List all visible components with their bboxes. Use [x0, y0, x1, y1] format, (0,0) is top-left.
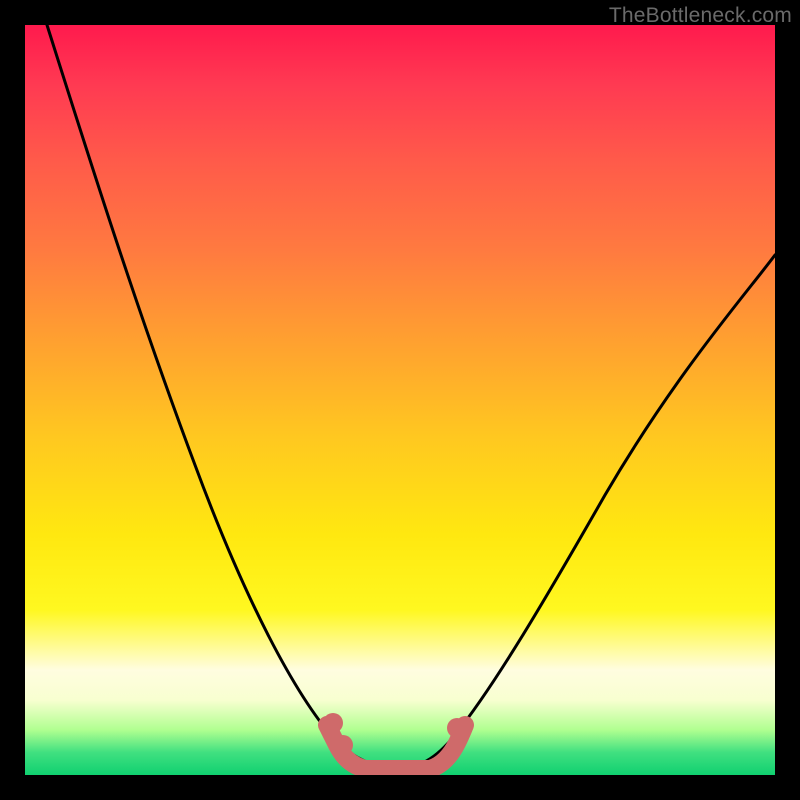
bottleneck-curve	[47, 25, 775, 770]
chart-area	[25, 25, 775, 775]
watermark-text: TheBottleneck.com	[609, 4, 792, 28]
marker-dot-right	[447, 718, 467, 738]
marker-dot-left-lower	[333, 735, 353, 755]
marker-dot-left-upper	[323, 713, 343, 733]
bottleneck-plot	[25, 25, 775, 775]
